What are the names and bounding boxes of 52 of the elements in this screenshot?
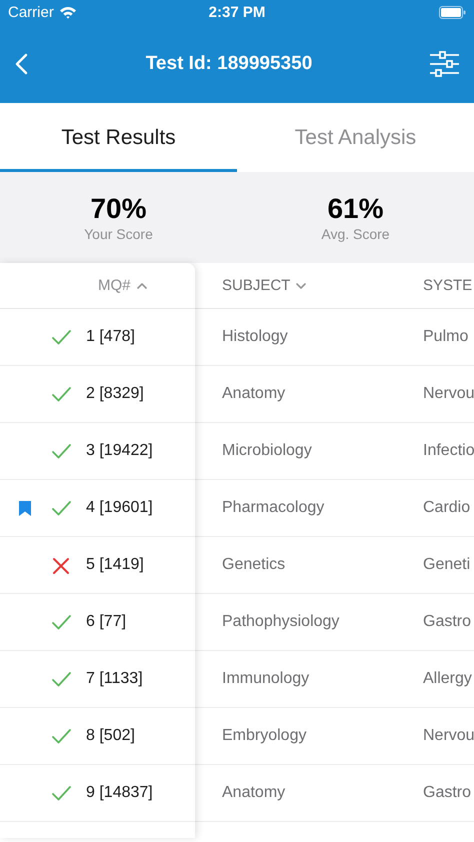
question-number: 3 [19422] xyxy=(86,442,153,460)
check-icon xyxy=(51,328,72,346)
table-cell: Nervou xyxy=(423,385,474,402)
clock-time: 2:37 PM xyxy=(208,4,266,20)
table-cell: Microbiology xyxy=(222,442,312,459)
table-cell: Pulmo xyxy=(423,328,468,345)
question-number: 9 [14837] xyxy=(86,784,153,802)
score-value: 70% xyxy=(90,193,147,225)
battery-icon xyxy=(439,6,466,18)
column-header[interactable]: SUBJECT xyxy=(222,277,306,294)
cross-icon xyxy=(51,556,72,574)
question-number: 6 [77] xyxy=(86,613,126,631)
score-value: 61% xyxy=(327,193,384,225)
table-cell: Nervou xyxy=(423,727,474,744)
table-cell: Allergy xyxy=(423,670,472,687)
table-cell: Genetics xyxy=(222,556,286,573)
score-label: Your Score xyxy=(84,226,153,242)
question-number: 4 [19601] xyxy=(86,499,153,517)
question-number: 8 [502] xyxy=(86,727,135,745)
check-icon xyxy=(51,612,72,632)
table-cell: Anatomy xyxy=(222,784,286,801)
caret-up-icon xyxy=(136,282,147,290)
check-icon xyxy=(51,384,72,404)
table-cell: Embryology xyxy=(222,727,306,744)
back-button[interactable] xyxy=(14,52,28,74)
question-number: 5 [1419] xyxy=(86,556,144,574)
table-cell: Pharmacology xyxy=(222,499,324,516)
table-cell: Anatomy xyxy=(222,385,286,402)
screen-title: Test Id: 189995350 xyxy=(146,52,312,74)
table-cell: Immunology xyxy=(222,670,310,687)
table-cell: Pathophysiology xyxy=(222,613,340,630)
check-icon xyxy=(51,670,72,688)
check-icon xyxy=(51,726,72,746)
score-label: Avg. Score xyxy=(321,226,390,242)
table-cell: Histology xyxy=(222,328,288,345)
table-cell: Gastro xyxy=(423,613,472,630)
table-cell: Geneti xyxy=(423,556,470,573)
question-number: 2 [8329] xyxy=(86,385,144,403)
table-cell: Cardio xyxy=(423,499,470,516)
column-header[interactable]: SYSTE xyxy=(423,277,472,294)
question-number: 7 [1133] xyxy=(86,670,143,688)
carrier-label: Carrier xyxy=(8,4,54,20)
question-number: 1 [478] xyxy=(86,328,135,346)
filter-button[interactable] xyxy=(430,50,460,76)
check-icon xyxy=(51,784,72,802)
table-cell: Infectio xyxy=(423,442,474,459)
wifi-icon xyxy=(58,6,77,18)
table-cell: Gastro xyxy=(423,784,472,801)
column-header[interactable]: MQ# xyxy=(98,277,147,294)
chevron-down-icon xyxy=(296,282,306,290)
check-icon xyxy=(51,498,72,518)
check-icon xyxy=(51,442,72,460)
